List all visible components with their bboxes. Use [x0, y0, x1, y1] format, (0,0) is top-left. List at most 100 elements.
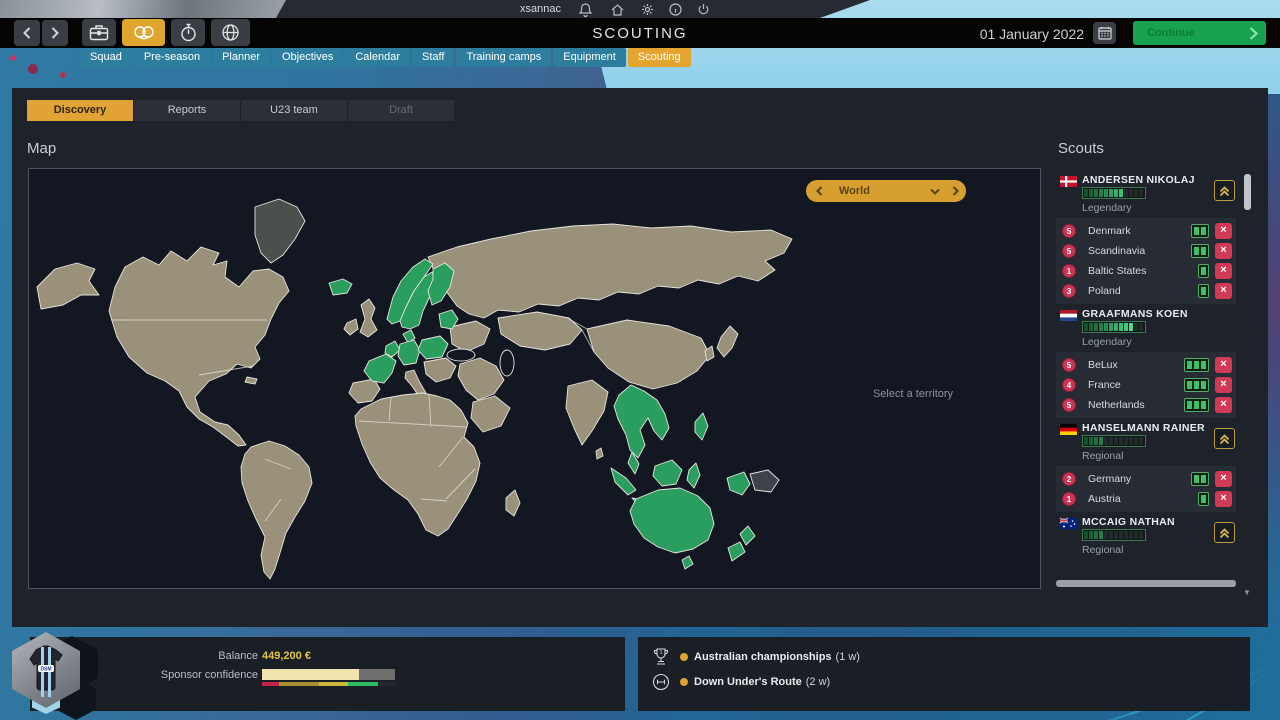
remove-territory-button[interactable]: ×	[1215, 377, 1232, 393]
remove-territory-button[interactable]: ×	[1215, 357, 1232, 373]
remove-territory-button[interactable]: ×	[1215, 263, 1232, 279]
territory-row: 2 Germany ×	[1056, 469, 1236, 489]
map-region-iceland	[329, 279, 352, 295]
territory-slots	[1198, 284, 1209, 298]
map-region-germany	[398, 340, 420, 365]
tab-calendar[interactable]: Calendar	[345, 48, 410, 67]
scouts-vertical-scrollbar[interactable]: ▼	[1244, 172, 1251, 584]
scout-rating-bar	[1082, 187, 1146, 199]
subtab-u23-team[interactable]: U23 team	[241, 100, 348, 121]
subtab-discovery[interactable]: Discovery	[27, 100, 134, 121]
scrollbar-thumb[interactable]	[1244, 174, 1251, 210]
tab-scouting[interactable]: Scouting	[628, 48, 691, 67]
scout-level: Regional	[1082, 544, 1123, 556]
power-icon[interactable]	[696, 2, 711, 17]
continue-button[interactable]: Continue	[1133, 21, 1266, 45]
remove-territory-button[interactable]: ×	[1215, 283, 1232, 299]
event-row[interactable]: Down Under's Route (2 w)	[652, 673, 830, 691]
map-region-iberia	[349, 379, 380, 403]
territory-name: Baltic States	[1088, 265, 1198, 277]
map-region-middle-east	[458, 358, 504, 400]
map-region-madagascar	[506, 490, 520, 516]
scout-header[interactable]: MCCAIG NATHAN Regional	[1056, 514, 1236, 558]
map-black-sea	[447, 349, 475, 361]
map-region-west-papua	[727, 472, 750, 495]
events-panel: 1 Australian championships (1 w) Down Un…	[638, 637, 1250, 711]
event-medal-dot	[680, 653, 688, 661]
map-region-new-zealand-north	[740, 526, 755, 545]
team-logo[interactable]: DSM	[4, 628, 96, 718]
collapse-chevron-button[interactable]	[1214, 180, 1235, 201]
remove-territory-button[interactable]: ×	[1215, 491, 1232, 507]
map-region-ireland	[344, 319, 358, 335]
map-region-greenland	[255, 199, 305, 263]
scout-name: MCCAIG NATHAN	[1082, 516, 1175, 528]
tab-pre-season[interactable]: Pre-season	[134, 48, 210, 67]
scout-header[interactable]: ANDERSEN NIKOLAJ Legendary	[1056, 172, 1236, 216]
territory-selector[interactable]: World	[806, 180, 966, 202]
navigation-bar: SCOUTING 01 January 2022 Continue	[0, 18, 1280, 48]
calendar-icon[interactable]	[1093, 22, 1116, 44]
remove-territory-button[interactable]: ×	[1215, 243, 1232, 259]
scouts-horizontal-scrollbar[interactable]	[1056, 580, 1236, 587]
tab-staff[interactable]: Staff	[412, 48, 454, 67]
collapse-chevron-button[interactable]	[1214, 428, 1235, 449]
territory-name: Austria	[1088, 493, 1198, 505]
territory-count-badge: 2	[1062, 472, 1076, 486]
subtab-reports[interactable]: Reports	[134, 100, 241, 121]
section-tabs: Squad Pre-season Planner Objectives Cale…	[80, 48, 691, 67]
info-icon[interactable]	[668, 2, 683, 17]
map-region-sumatra	[611, 468, 636, 495]
subtab-draft[interactable]: Draft	[348, 100, 455, 121]
world-map[interactable]	[29, 169, 1040, 588]
tab-objectives[interactable]: Objectives	[272, 48, 343, 67]
tab-planner[interactable]: Planner	[212, 48, 270, 67]
background-gray-polygon	[0, 0, 286, 18]
scout-header[interactable]: GRAAFMANS KOEN Legendary	[1056, 306, 1236, 350]
territory-slots	[1198, 264, 1209, 278]
territory-count-badge: 5	[1062, 358, 1076, 372]
map-region-africa	[355, 393, 480, 536]
map-region-finland	[428, 263, 454, 305]
scroll-down-arrow-icon[interactable]: ▼	[1243, 588, 1251, 597]
territory-row: 1 Austria ×	[1056, 489, 1236, 509]
tab-equipment[interactable]: Equipment	[553, 48, 626, 67]
territory-slots	[1184, 358, 1209, 372]
map-region-east-europe	[450, 321, 490, 352]
territory-slots	[1191, 224, 1209, 238]
territory-name: Scandinavia	[1088, 245, 1191, 257]
collapse-chevron-button[interactable]	[1214, 522, 1235, 543]
territory-count-badge: 1	[1062, 264, 1076, 278]
territory-row: 5 Scandinavia ×	[1056, 241, 1236, 261]
scout-territories: 5 BeLux × 4 France × 5 Netherlands ×	[1056, 352, 1236, 418]
username: xsannac	[520, 3, 561, 15]
sponsor-confidence-bar	[262, 669, 395, 680]
scout-header[interactable]: HANSELMANN RAINER Regional	[1056, 420, 1236, 464]
tab-training-camps[interactable]: Training camps	[456, 48, 551, 67]
remove-territory-button[interactable]: ×	[1215, 397, 1232, 413]
svg-text:1: 1	[659, 650, 662, 656]
scouts-list: ANDERSEN NIKOLAJ Legendary 5 Denmark × 5…	[1056, 172, 1236, 558]
scout-level: Regional	[1082, 450, 1123, 462]
scout-name: GRAAFMANS KOEN	[1082, 308, 1188, 320]
settings-gear-icon[interactable]	[640, 2, 655, 17]
territory-row: 5 Netherlands ×	[1056, 395, 1236, 415]
map-region-southeast-asia	[614, 385, 669, 458]
event-row[interactable]: 1 Australian championships (1 w)	[652, 647, 860, 666]
scout-level: Legendary	[1082, 336, 1132, 348]
remove-territory-button[interactable]: ×	[1215, 223, 1232, 239]
territory-slots	[1184, 378, 1209, 392]
map-region-uk	[360, 299, 377, 337]
map-region-australia	[630, 488, 714, 553]
page-title: SCOUTING	[0, 25, 1280, 42]
territory-name: Poland	[1088, 285, 1198, 297]
territory-count-badge: 5	[1062, 224, 1076, 238]
map-region-india	[566, 380, 608, 445]
notifications-bell-icon[interactable]	[578, 2, 593, 17]
home-icon[interactable]	[610, 2, 625, 17]
map-region-philippines	[695, 413, 708, 440]
remove-territory-button[interactable]: ×	[1215, 471, 1232, 487]
tab-squad[interactable]: Squad	[80, 48, 132, 67]
territory-count-badge: 4	[1062, 378, 1076, 392]
map-region-new-zealand-south	[728, 542, 745, 561]
